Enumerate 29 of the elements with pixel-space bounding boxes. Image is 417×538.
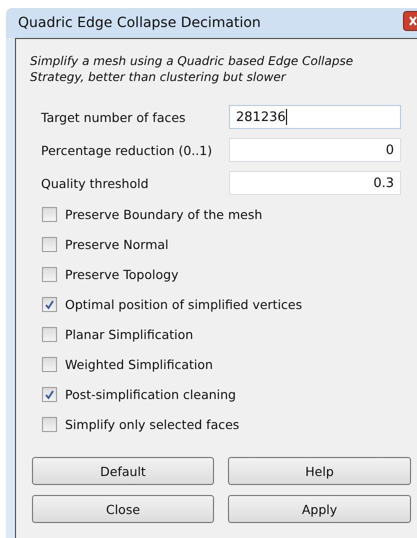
checkbox-label[interactable]: Weighted Simplification <box>65 356 213 372</box>
checkbox[interactable] <box>42 296 57 312</box>
checkbox-label[interactable]: Simplify only selected faces <box>65 416 240 432</box>
checkbox-label[interactable]: Preserve Boundary of the mesh <box>65 206 262 222</box>
checkbox[interactable] <box>42 206 57 222</box>
input-field[interactable]: 0 <box>229 138 401 162</box>
checkbox[interactable] <box>42 416 57 432</box>
checkbox-label[interactable]: Optimal position of simplified vertices <box>65 296 302 312</box>
checkbox-label[interactable]: Planar Simplification <box>65 326 194 342</box>
field-label: Target number of faces <box>41 110 186 124</box>
dialog-button[interactable]: Help <box>228 457 411 485</box>
checkbox[interactable] <box>42 356 57 372</box>
dialog-button[interactable]: Default <box>32 457 214 485</box>
checkbox[interactable] <box>42 326 57 342</box>
checkbox-label[interactable]: Preserve Normal <box>65 236 169 252</box>
dialog-button[interactable]: Close <box>32 495 214 523</box>
dialog-button[interactable]: Apply <box>228 495 411 523</box>
checkbox[interactable] <box>42 266 57 282</box>
input-field[interactable]: 281236 <box>229 105 401 129</box>
window-title: Quadric Edge Collapse Decimation <box>18 15 261 31</box>
field-label: Quality threshold <box>41 176 149 190</box>
checkbox[interactable] <box>42 386 57 402</box>
field-label: Percentage reduction (0..1) <box>41 142 212 158</box>
close-icon[interactable] <box>403 11 417 31</box>
checkbox[interactable] <box>42 236 57 252</box>
description-text: Simplify a mesh using a Quadric based Edge Collapse Strategy, better than clustering but slower <box>15 38 417 95</box>
checkbox-label[interactable]: Preserve Topology <box>65 266 178 282</box>
input-field[interactable]: 0.3 <box>229 171 401 195</box>
checkbox-label[interactable]: Post-simplification cleaning <box>65 386 236 402</box>
